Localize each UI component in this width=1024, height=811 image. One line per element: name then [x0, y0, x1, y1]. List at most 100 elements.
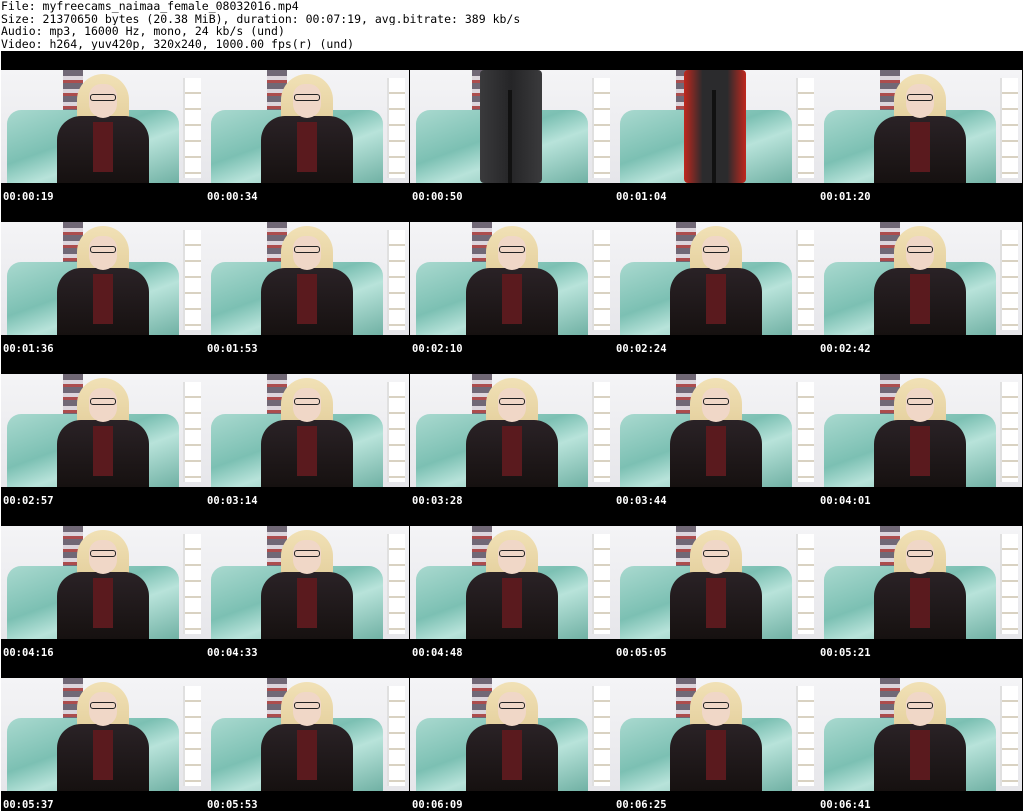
body-jacket-shape: [670, 724, 762, 791]
frame-timestamp: 00:02:57: [3, 495, 54, 507]
glasses-shape: [703, 246, 729, 253]
shelf-shape: [796, 382, 814, 482]
video-frame-thumbnail: [410, 70, 614, 183]
body-jacket-shape: [57, 420, 149, 487]
video-info-line: Video: h264, yuv420p, 320x240, 1000.00 f…: [1, 37, 355, 50]
frame-timestamp: 00:04:16: [3, 647, 54, 659]
glasses-shape: [499, 398, 525, 405]
frame-timestamp: 00:02:42: [820, 343, 871, 355]
glasses-shape: [90, 246, 116, 253]
face-shape: [293, 84, 321, 118]
shelf-shape: [796, 534, 814, 634]
thumbnail-cell: 00:06:41: [818, 659, 1022, 811]
face-shape: [89, 540, 117, 574]
frame-timestamp: 00:05:53: [207, 799, 258, 811]
face-shape: [906, 236, 934, 270]
shelf-shape: [183, 78, 201, 178]
video-frame-thumbnail: [818, 526, 1022, 639]
face-shape: [498, 388, 526, 422]
thumbnail-cell: 00:00:34: [205, 51, 409, 203]
body-jacket-shape: [57, 572, 149, 639]
glasses-shape: [907, 550, 933, 557]
face-shape: [702, 540, 730, 574]
glasses-shape: [499, 550, 525, 557]
thumbnail-cell: 00:00:50: [410, 51, 614, 203]
video-frame-thumbnail: [614, 678, 818, 791]
glasses-shape: [703, 398, 729, 405]
video-frame-thumbnail: [614, 70, 818, 183]
frame-timestamp: 00:02:10: [412, 343, 463, 355]
shelf-shape: [1000, 382, 1018, 482]
thumbnail-cell: 00:03:14: [205, 355, 409, 507]
thumbnail-cell: 00:02:57: [1, 355, 205, 507]
video-frame-thumbnail: [614, 526, 818, 639]
frame-timestamp: 00:06:25: [616, 799, 667, 811]
frame-timestamp: 00:05:37: [3, 799, 54, 811]
glasses-shape: [907, 246, 933, 253]
face-shape: [293, 692, 321, 726]
thumbnail-cell: 00:01:36: [1, 203, 205, 355]
thumbnail-grid: 00:00:19 00:00:34 00:00:50 00:01:04 00:01:20…: [1, 51, 1023, 811]
thumbnail-cell: 00:05:37: [1, 659, 205, 811]
glasses-shape: [907, 398, 933, 405]
body-jacket-shape: [57, 116, 149, 183]
thumbnail-cell: 00:04:33: [205, 507, 409, 659]
thumbnail-row: 00:00:19 00:00:34 00:00:50 00:01:04 00:01:20: [1, 51, 1023, 203]
body-jacket-shape: [466, 420, 558, 487]
shelf-shape: [796, 230, 814, 330]
shelf-shape: [387, 78, 405, 178]
body-jacket-shape: [261, 268, 353, 335]
thumbnail-cell: 00:01:20: [818, 51, 1022, 203]
face-shape: [498, 692, 526, 726]
thumbnail-cell: 00:02:42: [818, 203, 1022, 355]
thumbnail-cell: 00:04:16: [1, 507, 205, 659]
video-frame-thumbnail: [818, 70, 1022, 183]
frame-timestamp: 00:04:48: [412, 647, 463, 659]
file-info-header: File: myfreecams_naimaa_female_08032016.…: [1, 0, 1023, 50]
video-frame-thumbnail: [614, 222, 818, 335]
shelf-shape: [592, 686, 610, 786]
thumbnail-row: 00:01:36 00:01:53 00:02:10 00:02:24 00:02:42: [1, 203, 1023, 355]
face-shape: [906, 540, 934, 574]
body-jacket-shape: [874, 420, 966, 487]
frame-timestamp: 00:05:21: [820, 647, 871, 659]
body-jacket-shape: [480, 70, 542, 183]
video-frame-thumbnail: [818, 374, 1022, 487]
glasses-shape: [294, 94, 320, 101]
frame-timestamp: 00:00:50: [412, 191, 463, 203]
face-shape: [293, 388, 321, 422]
frame-timestamp: 00:00:34: [207, 191, 258, 203]
thumbnail-cell: 00:05:05: [614, 507, 818, 659]
video-frame-thumbnail: [1, 526, 205, 639]
shelf-shape: [183, 230, 201, 330]
thumbnail-row: 00:05:37 00:05:53 00:06:09 00:06:25 00:06:41: [1, 659, 1023, 811]
shelf-shape: [1000, 686, 1018, 786]
thumbnail-row: 00:02:57 00:03:14 00:03:28 00:03:44 00:04:01: [1, 355, 1023, 507]
glasses-shape: [294, 550, 320, 557]
thumbnail-cell: 00:02:24: [614, 203, 818, 355]
frame-timestamp: 00:03:14: [207, 495, 258, 507]
glasses-shape: [294, 246, 320, 253]
glasses-shape: [294, 702, 320, 709]
face-shape: [702, 236, 730, 270]
thumbnail-cell: 00:01:53: [205, 203, 409, 355]
body-jacket-shape: [466, 724, 558, 791]
body-jacket-shape: [874, 116, 966, 183]
body-jacket-shape: [261, 420, 353, 487]
frame-timestamp: 00:02:24: [616, 343, 667, 355]
thumbnail-cell: 00:05:21: [818, 507, 1022, 659]
video-frame-thumbnail: [818, 222, 1022, 335]
glasses-shape: [907, 702, 933, 709]
frame-timestamp: 00:01:36: [3, 343, 54, 355]
shelf-shape: [1000, 78, 1018, 178]
glasses-shape: [90, 398, 116, 405]
shelf-shape: [387, 534, 405, 634]
thumbnail-cell: 00:04:01: [818, 355, 1022, 507]
body-jacket-shape: [670, 572, 762, 639]
shelf-shape: [592, 230, 610, 330]
thumbnail-cell: 00:01:04: [614, 51, 818, 203]
shelf-shape: [592, 382, 610, 482]
video-frame-thumbnail: [205, 526, 409, 639]
shelf-shape: [1000, 230, 1018, 330]
video-frame-thumbnail: [410, 678, 614, 791]
